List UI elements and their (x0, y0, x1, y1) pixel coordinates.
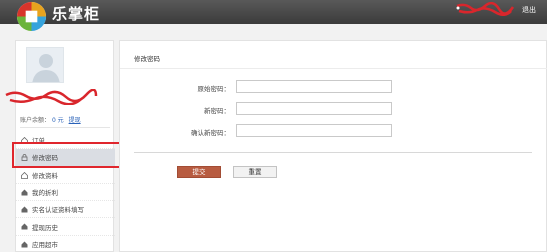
user-silhouette-icon (32, 54, 60, 82)
new-password-label: 新密码： (204, 107, 230, 115)
old-password-row: 原始密码： (120, 80, 547, 96)
home-icon (21, 206, 28, 213)
sidebar-item-label: 应用超市 (32, 240, 58, 249)
sidebar-item-label: 提现历史 (32, 223, 58, 232)
old-password-label: 原始密码： (197, 85, 231, 93)
home-icon (21, 189, 28, 196)
sidebar-item-label: 修改资料 (32, 171, 58, 180)
confirm-password-row: 确认新密码： (120, 124, 547, 140)
logout-link[interactable]: 退出 (522, 5, 536, 15)
confirm-password-field[interactable] (236, 124, 392, 137)
sidebar-item-real-name-auth[interactable]: 实名认证资料填写 (16, 201, 115, 219)
reset-button[interactable]: 重置 (233, 166, 277, 178)
brand-title: 乐掌柜 (52, 5, 101, 23)
sidebar-item-label: 实名认证资料填写 (32, 206, 84, 215)
sidebar-item-label: 我的折利 (32, 189, 58, 198)
sidebar-item-my-rebate[interactable]: 我的折利 (16, 184, 115, 202)
confirm-password-label: 确认新密码： (191, 129, 230, 137)
balance-amount: 0 元 (51, 117, 64, 124)
redacted-username (456, 2, 515, 16)
edit-icon (21, 171, 28, 179)
submit-button[interactable]: 提交 (177, 166, 221, 178)
sidebar-item-edit-profile[interactable]: 修改资料 (16, 167, 115, 184)
logo-icon (16, 1, 47, 32)
top-bar: 乐掌柜 退出 (0, 0, 547, 32)
old-password-field[interactable] (236, 80, 392, 93)
sidebar-item-withdraw-history[interactable]: 提现历史 (16, 218, 115, 236)
page-title: 修改密码 (134, 55, 160, 63)
withdraw-link[interactable]: 提现 (69, 117, 81, 124)
avatar (26, 47, 64, 83)
form-divider (134, 152, 532, 153)
new-password-row: 新密码： (120, 102, 547, 118)
new-password-field[interactable] (236, 102, 392, 115)
sidebar-divider (20, 127, 110, 128)
sidebar-item-app-market[interactable]: 应用超市 (16, 236, 115, 252)
home-icon (21, 223, 28, 230)
account-balance: 账户余额： 0 元 提现 (20, 115, 81, 124)
title-divider (120, 68, 547, 69)
main-panel: 修改密码 原始密码： 新密码： 确认新密码： 提交 重置 (119, 40, 547, 252)
balance-label: 账户余额： (20, 117, 51, 124)
home-icon (21, 241, 28, 248)
redacted-name (5, 89, 98, 105)
annotation-highlight-box (12, 142, 122, 168)
